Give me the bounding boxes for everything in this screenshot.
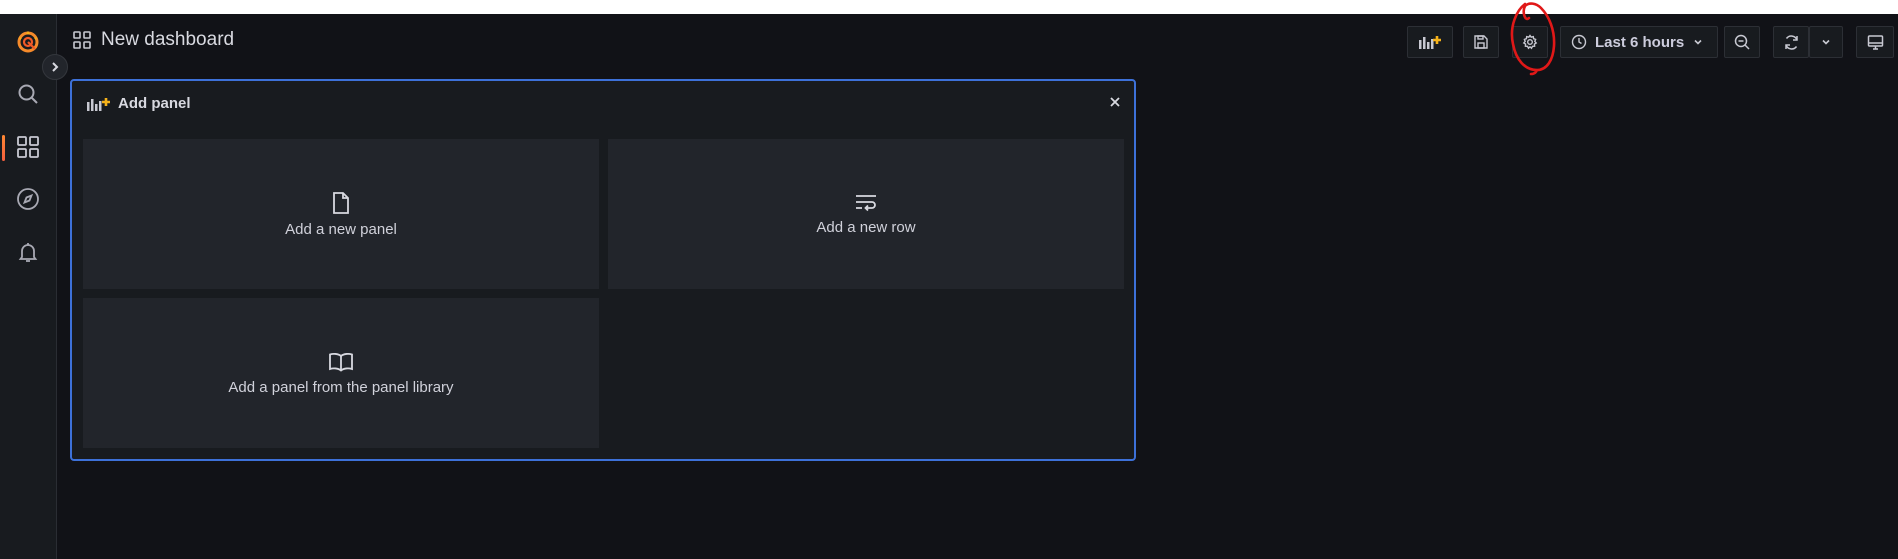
gear-icon: [1522, 34, 1538, 50]
add-new-row-card[interactable]: Add a new row: [608, 139, 1124, 289]
add-panel-from-library-card[interactable]: Add a panel from the panel library: [83, 298, 599, 448]
card-label: Add a new panel: [285, 220, 397, 238]
refresh-button[interactable]: [1773, 26, 1809, 58]
save-dashboard-button[interactable]: [1463, 26, 1499, 58]
grafana-app: New dashboard Last 6 hours Add panel Add…: [0, 14, 1898, 559]
time-range-label: Last 6 hours: [1595, 33, 1685, 51]
sidebar: [0, 14, 57, 559]
search-icon[interactable]: [0, 72, 56, 116]
add-panel-header: Add panel: [86, 95, 191, 112]
dashboard-settings-button[interactable]: [1512, 26, 1548, 58]
card-label: Add a new row: [816, 218, 916, 236]
sync-icon: [1784, 34, 1798, 50]
time-range-picker[interactable]: Last 6 hours: [1560, 26, 1718, 58]
refresh-interval-dropdown[interactable]: [1809, 26, 1843, 58]
chevron-down-icon: [1694, 39, 1702, 45]
sidebar-item-dashboards[interactable]: [0, 125, 56, 169]
clock-icon: [1571, 34, 1587, 50]
dashboard-title-link[interactable]: New dashboard: [73, 29, 234, 51]
zoom-out-button[interactable]: [1724, 26, 1760, 58]
active-indicator: [2, 135, 5, 161]
card-label: Add a panel from the panel library: [228, 378, 454, 396]
chevron-right-icon: [52, 62, 59, 72]
add-panel-icon: [1419, 36, 1441, 49]
add-panel-button[interactable]: [1407, 26, 1453, 58]
zoom-out-icon: [1734, 34, 1750, 50]
close-icon[interactable]: [1106, 93, 1124, 111]
widget-title: Add panel: [118, 95, 191, 112]
monitor-icon: [1867, 34, 1883, 50]
apps-icon: [17, 136, 39, 158]
expand-sidebar-button[interactable]: [42, 54, 68, 80]
bell-icon[interactable]: [0, 230, 56, 274]
apps-icon: [73, 31, 91, 49]
save-icon: [1474, 35, 1488, 49]
chevron-down-icon: [1822, 39, 1830, 45]
add-panel-widget: Add panel Add a new panel Add a new row: [70, 79, 1136, 461]
add-panel-icon: [87, 97, 110, 111]
page-title: New dashboard: [101, 29, 235, 50]
book-icon: [329, 352, 353, 372]
file-icon: [333, 191, 349, 214]
tv-mode-button[interactable]: [1856, 26, 1894, 58]
wrap-text-icon: [856, 194, 876, 211]
add-new-panel-card[interactable]: Add a new panel: [83, 139, 599, 289]
compass-icon[interactable]: [0, 177, 56, 221]
